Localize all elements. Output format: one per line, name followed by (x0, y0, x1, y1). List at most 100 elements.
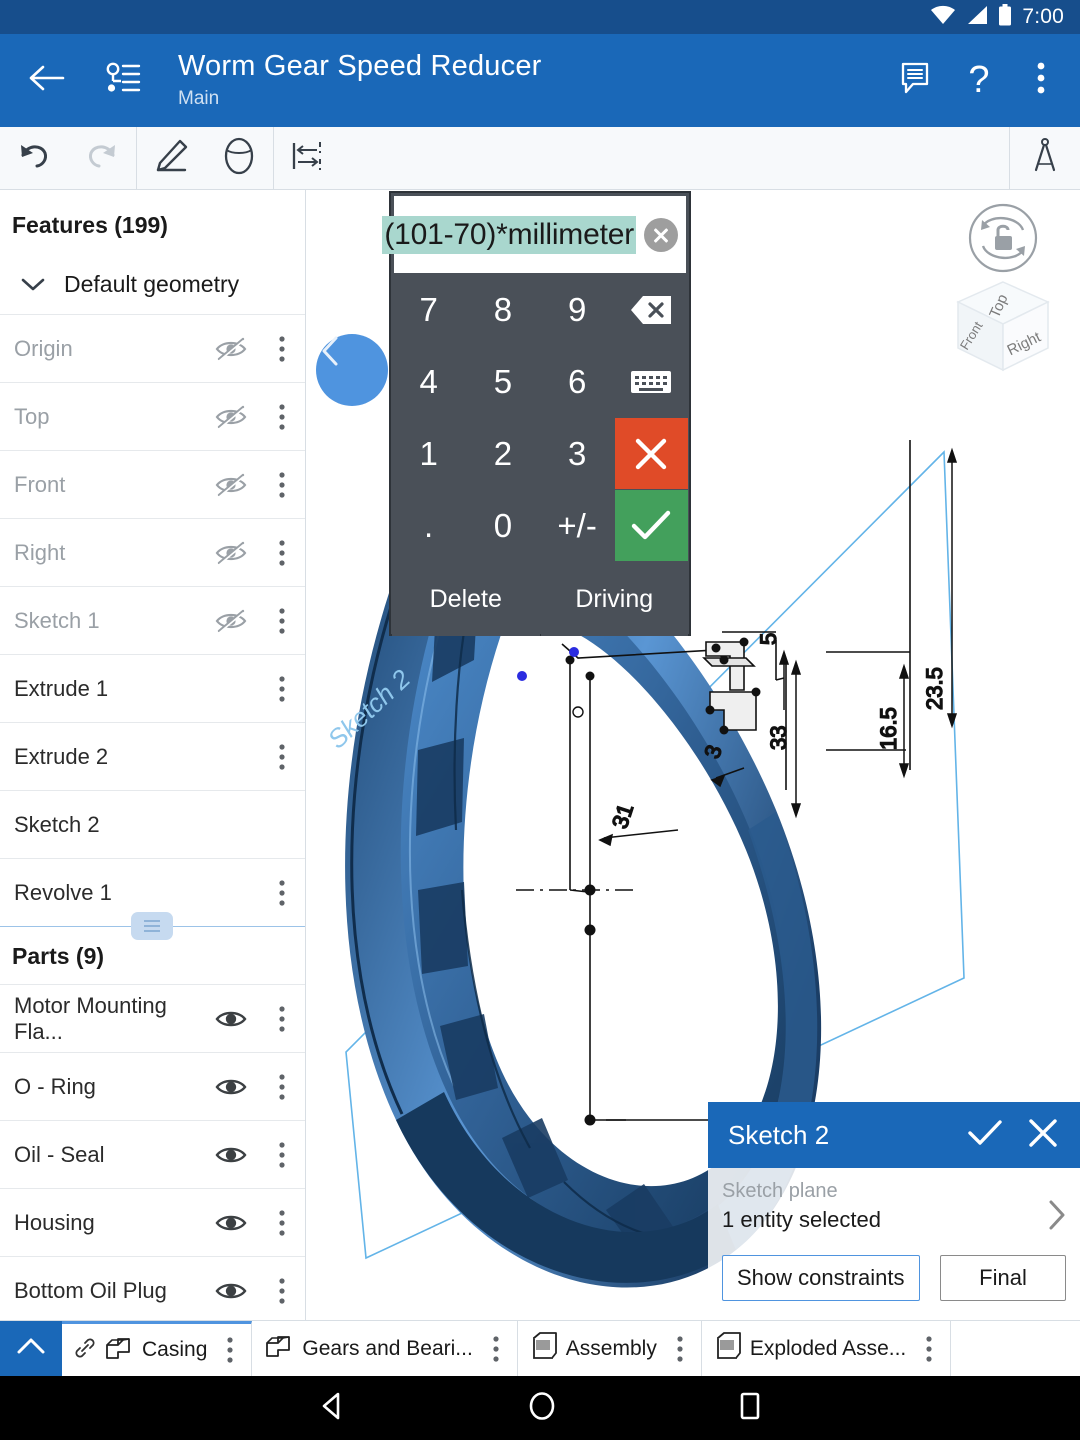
sketch-accept-button[interactable] (952, 1118, 1018, 1153)
part-overflow-icon[interactable] (259, 1210, 305, 1236)
sketch-dialog-buttons: Show constraints Final (722, 1255, 1066, 1301)
eye-off-icon[interactable] (203, 336, 259, 362)
tab-overflow-icon[interactable] (481, 1336, 511, 1362)
expression-field[interactable]: (101-70)*millimeter (394, 196, 686, 273)
feature-overflow-icon[interactable] (259, 336, 305, 362)
key-3[interactable]: 3 (541, 418, 614, 489)
part-icon (264, 1332, 294, 1365)
feature-overflow-icon[interactable] (259, 404, 305, 430)
feature-tree-button[interactable] (92, 61, 154, 100)
overflow-menu-button[interactable] (1010, 34, 1072, 127)
keypad-accept-button[interactable] (615, 490, 688, 561)
back-button[interactable] (0, 63, 92, 98)
driving-button[interactable]: Driving (541, 563, 689, 636)
feature-row[interactable]: Extrude 1 (0, 654, 305, 722)
dim-16_5: 16.5 (876, 707, 901, 750)
eye-off-icon[interactable] (203, 540, 259, 566)
key-7[interactable]: 7 (392, 274, 465, 345)
show-constraints-button[interactable]: Show constraints (722, 1255, 920, 1301)
part-overflow-icon[interactable] (259, 1006, 305, 1032)
key-dot[interactable]: . (392, 490, 465, 561)
help-button[interactable]: ? (948, 34, 1010, 127)
eye-off-icon[interactable] (203, 404, 259, 430)
feature-overflow-icon[interactable] (259, 744, 305, 770)
feature-overflow-icon[interactable] (259, 472, 305, 498)
keypad-cancel-button[interactable] (615, 418, 688, 489)
eye-on-icon[interactable] (203, 1074, 259, 1100)
delete-button[interactable]: Delete (392, 563, 540, 636)
feature-overflow-icon[interactable] (259, 880, 305, 906)
sketch-close-button[interactable] (1018, 1116, 1068, 1155)
sketch-plane-field[interactable]: Sketch plane 1 entity selected (722, 1180, 1066, 1233)
part-overflow-icon[interactable] (259, 1278, 305, 1304)
document-tab[interactable]: Exploded Asse... (702, 1321, 951, 1376)
feature-row[interactable]: Front (0, 450, 305, 518)
key-1[interactable]: 1 (392, 418, 465, 489)
final-button[interactable]: Final (940, 1255, 1066, 1301)
key-6[interactable]: 6 (541, 346, 614, 417)
eye-on-icon[interactable] (203, 1142, 259, 1168)
undo-button[interactable] (0, 127, 68, 190)
key-0[interactable]: 0 (466, 490, 539, 561)
rotation-lock-icon (970, 205, 1036, 271)
shaded-view-button[interactable] (205, 127, 273, 190)
sketch-button[interactable] (137, 127, 205, 190)
feature-list-sidebar[interactable]: Features (199) Default geometry OriginTo… (0, 190, 306, 1320)
key-2[interactable]: 2 (466, 418, 539, 489)
default-geometry-group[interactable]: Default geometry (0, 257, 305, 314)
part-overflow-icon[interactable] (259, 1142, 305, 1168)
keyboard-icon[interactable] (615, 346, 688, 417)
part-row[interactable]: Motor Mounting Fla... (0, 984, 305, 1052)
document-tab[interactable]: Gears and Beari... (252, 1321, 517, 1376)
feature-overflow-icon[interactable] (259, 540, 305, 566)
expand-tabs-button[interactable] (0, 1321, 62, 1376)
key-4[interactable]: 4 (392, 346, 465, 417)
dimension-group (274, 127, 342, 190)
chevron-right-icon[interactable] (1046, 1198, 1068, 1237)
comments-button[interactable] (886, 34, 948, 127)
feature-row[interactable]: Sketch 2 (0, 790, 305, 858)
clear-input-icon[interactable] (644, 218, 678, 252)
part-row[interactable]: Oil - Seal (0, 1120, 305, 1188)
redo-button[interactable] (68, 127, 136, 190)
part-overflow-icon[interactable] (259, 1074, 305, 1100)
numeric-keypad[interactable]: (101-70)*millimeter 789 456 123.0+/- Delet… (389, 191, 691, 636)
key-8[interactable]: 8 (466, 274, 539, 345)
tab-overflow-icon[interactable] (665, 1336, 695, 1362)
document-tab[interactable]: Assembly (518, 1321, 702, 1376)
feature-row[interactable]: Extrude 2 (0, 722, 305, 790)
part-row[interactable]: Bottom Oil Plug (0, 1256, 305, 1320)
backspace-icon[interactable] (615, 274, 688, 345)
feature-row[interactable]: Top (0, 382, 305, 450)
eye-off-icon[interactable] (203, 608, 259, 634)
eye-on-icon[interactable] (203, 1210, 259, 1236)
tab-overflow-icon[interactable] (914, 1336, 944, 1362)
view-cube[interactable]: Top Front Right (938, 198, 1068, 388)
collapse-sidebar-button[interactable] (316, 334, 388, 406)
rollback-handle[interactable] (131, 912, 173, 940)
tab-overflow-icon[interactable] (215, 1337, 245, 1363)
key-9[interactable]: 9 (541, 274, 614, 345)
feature-row[interactable]: Sketch 1 (0, 586, 305, 654)
eye-on-icon[interactable] (203, 1006, 259, 1032)
page-title: Worm Gear Speed Reducer (178, 51, 886, 83)
feature-rows: OriginTopFrontRightSketch 1Extrude 1Extr… (0, 314, 305, 926)
document-tab-bar: CasingGears and Beari...AssemblyExploded… (0, 1320, 1080, 1376)
part-row[interactable]: O - Ring (0, 1052, 305, 1120)
feature-row[interactable]: Right (0, 518, 305, 586)
feature-overflow-icon[interactable] (259, 676, 305, 702)
document-tab[interactable]: Casing (62, 1321, 252, 1376)
tree-rollback-divider (0, 926, 305, 927)
nav-recents-icon[interactable] (737, 1391, 763, 1426)
key-plusminus[interactable]: +/- (541, 490, 614, 561)
part-row[interactable]: Housing (0, 1188, 305, 1256)
feature-overflow-icon[interactable] (259, 608, 305, 634)
key-5[interactable]: 5 (466, 346, 539, 417)
dimension-button[interactable] (274, 127, 342, 190)
nav-home-icon[interactable] (527, 1391, 557, 1426)
eye-off-icon[interactable] (203, 472, 259, 498)
eye-on-icon[interactable] (203, 1278, 259, 1304)
feature-row[interactable]: Origin (0, 314, 305, 382)
measure-button[interactable] (1010, 127, 1080, 190)
nav-back-icon[interactable] (317, 1391, 347, 1426)
